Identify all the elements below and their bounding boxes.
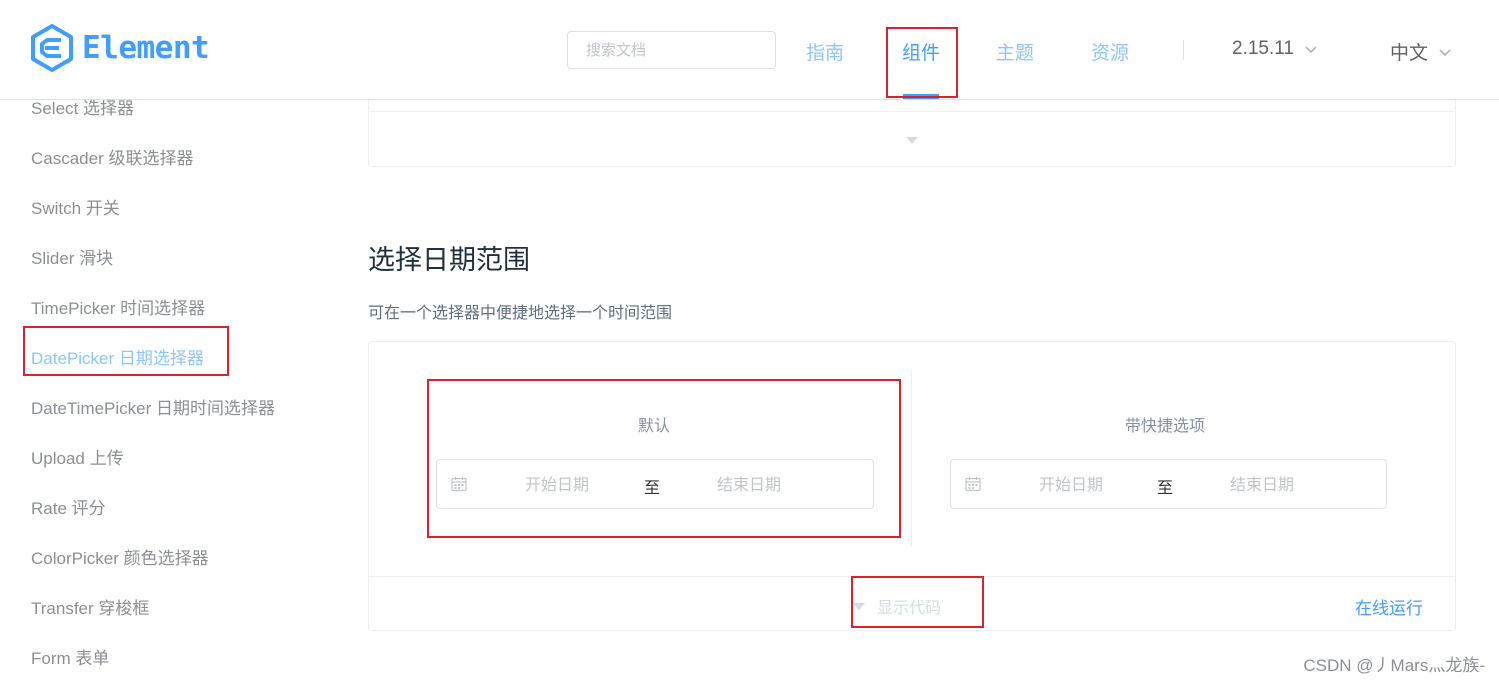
language-dropdown[interactable]: 中文 (1390, 38, 1452, 65)
sidebar-item-datetimepicker[interactable]: DateTimePicker 日期时间选择器 (31, 394, 275, 419)
end-date-input[interactable] (687, 473, 811, 499)
nav-resource[interactable]: 资源 (1091, 38, 1129, 65)
top-header: Element 指南 组件 主题 资源 2.15.11 中文 (0, 0, 1499, 100)
chevron-down-icon (1439, 48, 1451, 56)
logo-text: Element (82, 30, 210, 66)
sidebar-item-slider[interactable]: Slider 滑块 (31, 244, 113, 269)
nav-active-indicator (903, 94, 939, 99)
sidebar-item-upload[interactable]: Upload 上传 (31, 444, 124, 469)
sidebar-item-timepicker[interactable]: TimePicker 时间选择器 (31, 294, 205, 319)
show-code-toggle[interactable]: 显示代码 (853, 594, 941, 618)
date-range-picker-default[interactable]: 至 (436, 459, 874, 509)
section-description: 可在一个选择器中便捷地选择一个时间范围 (368, 305, 673, 322)
demo-block: 默认 至 带快捷选项 (368, 341, 1456, 631)
sidebar-item-colorpicker[interactable]: ColorPicker 颜色选择器 (31, 544, 209, 569)
element-logo[interactable]: Element (30, 24, 210, 72)
divider (369, 111, 1455, 112)
range-separator: 至 (1156, 480, 1173, 497)
caret-down-icon (853, 602, 865, 610)
previous-demo-block (368, 98, 1456, 167)
end-date-input[interactable] (1200, 473, 1324, 499)
sidebar-item-datepicker[interactable]: DatePicker 日期选择器 (31, 344, 204, 369)
version-label: 2.15.11 (1232, 38, 1294, 59)
element-logo-icon (31, 24, 73, 72)
section-title: 选择日期范围 (368, 245, 530, 275)
calendar-icon (965, 477, 981, 492)
run-online-button[interactable]: 在线运行 (1355, 594, 1423, 619)
sidebar-item-rate[interactable]: Rate 评分 (31, 494, 106, 519)
demo-label-default: 默认 (638, 418, 671, 435)
nav-divider (1183, 40, 1184, 60)
date-range-picker-shortcuts[interactable]: 至 (950, 459, 1387, 509)
search-input[interactable] (567, 31, 776, 69)
sidebar-item-transfer[interactable]: Transfer 穿梭框 (31, 594, 149, 619)
sidebar-item-select[interactable]: Select 选择器 (31, 99, 134, 119)
nav-guide[interactable]: 指南 (806, 38, 844, 65)
start-date-input[interactable] (1009, 473, 1133, 499)
calendar-icon (451, 477, 467, 492)
nav-theme[interactable]: 主题 (996, 38, 1034, 65)
nav-component[interactable]: 组件 (902, 38, 940, 65)
show-code-label: 显示代码 (877, 600, 942, 617)
demo-divider (911, 372, 912, 546)
demo-footer: 显示代码 在线运行 (369, 576, 1455, 632)
chevron-down-icon (1305, 46, 1317, 54)
caret-down-icon[interactable] (906, 137, 918, 144)
demo-label-shortcuts: 带快捷选项 (1125, 418, 1206, 435)
start-date-input[interactable] (495, 473, 619, 499)
range-separator: 至 (643, 480, 660, 497)
sidebar-item-form[interactable]: Form 表单 (31, 644, 109, 669)
version-dropdown[interactable]: 2.15.11 (1232, 38, 1318, 60)
sidebar: Select 选择器 Cascader 级联选择器 Switch 开关 Slid… (0, 99, 340, 684)
language-label: 中文 (1390, 43, 1429, 64)
sidebar-item-cascader[interactable]: Cascader 级联选择器 (31, 144, 193, 169)
watermark-text: CSDN @丿Mars灬龙族- (1303, 656, 1485, 675)
sidebar-item-switch[interactable]: Switch 开关 (31, 194, 120, 219)
main-content: 选择日期范围 可在一个选择器中便捷地选择一个时间范围 默认 至 带快捷选项 (368, 98, 1456, 684)
